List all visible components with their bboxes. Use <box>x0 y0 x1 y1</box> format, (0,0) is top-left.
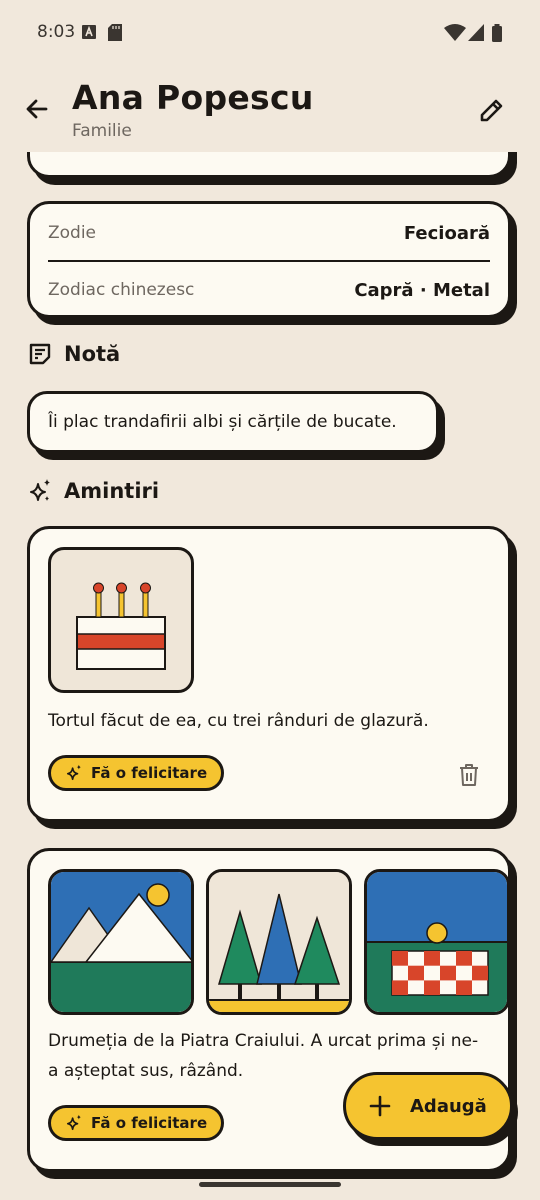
plus-icon <box>369 1095 391 1117</box>
home-indicator[interactable] <box>199 1182 341 1187</box>
picnic-icon <box>367 872 507 1012</box>
battery-icon <box>492 24 502 42</box>
make-card-label: Fă o felicitare <box>91 1114 208 1132</box>
zodiac-card: Zodie Fecioară Zodiac chinezesc Capră · … <box>27 201 511 318</box>
status-time: 8:03 <box>37 22 76 42</box>
make-card-label: Fă o felicitare <box>91 764 208 782</box>
note-section-header: Notă <box>28 342 120 366</box>
make-card-button[interactable]: Fă o felicitare <box>48 1105 225 1141</box>
zodiac-value: Fecioară <box>403 222 490 244</box>
back-arrow-icon <box>26 99 48 119</box>
note-text: Îi plac trandafirii albi și cărțile de b… <box>48 412 397 432</box>
forest-icon <box>209 872 349 1012</box>
back-button[interactable] <box>20 92 54 126</box>
sd-card-icon <box>108 24 122 41</box>
keyboard-notification-icon <box>82 25 96 39</box>
top-app-bar: Ana Popescu Familie <box>0 66 540 152</box>
add-fab-label: Adaugă <box>410 1095 487 1117</box>
edit-button[interactable] <box>474 92 510 128</box>
forest-illustration[interactable] <box>206 869 352 1015</box>
memories-section-header: Amintiri <box>28 478 159 504</box>
memory-text: Tortul făcut de ea, cu trei rânduri de g… <box>48 711 429 731</box>
page-title: Ana Popescu <box>72 78 314 117</box>
chinese-zodiac-label: Zodiac chinezesc <box>48 280 195 300</box>
zodiac-row: Zodie Fecioară <box>48 206 490 262</box>
note-card[interactable]: Îi plac trandafirii albi și cărțile de b… <box>27 391 439 453</box>
memory-card[interactable]: Tortul făcut de ea, cu trei rânduri de g… <box>27 526 511 822</box>
mountain-icon <box>51 872 191 1012</box>
sparkles-icon <box>30 479 50 501</box>
memories-heading: Amintiri <box>64 479 160 503</box>
make-card-button[interactable]: Fă o felicitare <box>48 755 225 791</box>
chinese-zodiac-row: Zodiac chinezesc Capră · Metal <box>48 262 490 318</box>
sparkles-icon <box>66 1114 81 1131</box>
note-heading: Notă <box>64 342 121 366</box>
edit-pencil-icon <box>480 99 503 122</box>
picnic-illustration[interactable] <box>364 869 508 1015</box>
status-bar: 8:03 <box>0 0 540 66</box>
wifi-icon <box>444 24 466 41</box>
cake-icon <box>76 582 166 670</box>
signal-icon <box>468 24 484 41</box>
mountain-illustration[interactable] <box>48 869 194 1015</box>
sparkles-icon <box>66 764 81 781</box>
note-icon <box>29 343 51 365</box>
zodiac-label: Zodie <box>48 223 97 243</box>
trash-icon[interactable] <box>458 763 480 787</box>
chinese-zodiac-value: Capră · Metal <box>354 279 490 301</box>
page-subtitle: Familie <box>72 121 132 141</box>
cake-illustration[interactable] <box>48 547 194 693</box>
add-fab-button[interactable]: Adaugă <box>343 1072 513 1140</box>
